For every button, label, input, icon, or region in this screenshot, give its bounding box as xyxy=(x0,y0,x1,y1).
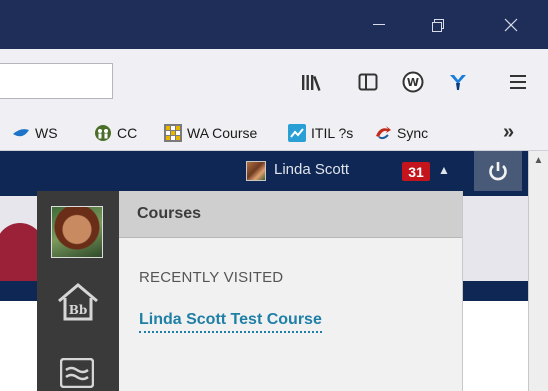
minimize-icon xyxy=(373,24,385,25)
bookmark-label: WA Course xyxy=(187,125,258,141)
y-extension-icon[interactable] xyxy=(443,67,473,97)
svg-text:Bb: Bb xyxy=(69,303,88,317)
recently-visited-label: RECENTLY VISITED xyxy=(139,269,284,286)
close-icon xyxy=(504,18,518,31)
power-icon xyxy=(489,162,507,181)
w-plugin-icon[interactable]: W xyxy=(398,67,428,97)
blackboard-home-icon[interactable]: Bb xyxy=(55,281,101,323)
blue-swoosh-icon xyxy=(12,124,30,142)
caret-up-icon[interactable]: ▲ xyxy=(438,163,450,177)
people-circle-icon xyxy=(94,124,112,142)
sync-arrow-icon xyxy=(374,124,392,142)
bookmark-ws[interactable]: WS xyxy=(12,122,58,144)
restore-button[interactable] xyxy=(414,0,460,49)
scroll-up-icon[interactable]: ▲ xyxy=(529,151,548,169)
library-icon[interactable] xyxy=(297,67,327,97)
avatar[interactable] xyxy=(51,206,103,258)
avatar xyxy=(246,161,266,181)
bookmark-wa-course[interactable]: WA Course xyxy=(164,122,257,144)
hamburger-menu-icon[interactable] xyxy=(503,67,533,97)
bookmark-label: ITIL ?s xyxy=(311,125,354,141)
vertical-scrollbar[interactable]: ▲ xyxy=(528,151,548,391)
courses-header: Courses xyxy=(119,191,462,238)
courses-panel: Courses RECENTLY VISITED Linda Scott Tes… xyxy=(119,191,463,391)
navigation-rail: Bb xyxy=(37,191,119,391)
chart-icon xyxy=(288,124,306,142)
bookmark-sync[interactable]: Sync xyxy=(374,122,428,144)
panel-title: Courses xyxy=(137,205,202,222)
recent-course-link[interactable]: Linda Scott Test Course xyxy=(139,311,322,333)
browser-toolbar: W xyxy=(0,49,548,115)
svg-text:W: W xyxy=(407,76,419,89)
bookmark-label: CC xyxy=(117,125,138,141)
notification-badge[interactable]: 31 xyxy=(402,162,430,181)
url-bar[interactable] xyxy=(0,63,113,99)
grid-icon xyxy=(164,124,182,142)
user-name[interactable]: Linda Scott xyxy=(274,161,349,178)
logout-button[interactable] xyxy=(474,151,522,191)
bookmarks-bar: WS CC WA Course ITIL ?s Sync » xyxy=(0,115,548,151)
sidebar-icon[interactable] xyxy=(353,67,383,97)
restore-icon xyxy=(431,19,444,32)
minimize-button[interactable] xyxy=(356,0,402,49)
bookmarks-overflow-button[interactable]: » xyxy=(503,121,514,144)
bookmark-label: Sync xyxy=(397,125,429,141)
browser-titlebar xyxy=(0,0,548,49)
bookmark-label: WS xyxy=(35,125,58,141)
bookmark-itil[interactable]: ITIL ?s xyxy=(288,122,353,144)
bookmark-cc[interactable]: CC xyxy=(94,122,137,144)
tools-icon[interactable] xyxy=(60,358,94,388)
close-button[interactable] xyxy=(488,0,534,49)
user-menu[interactable]: Linda Scott 31 ▲ xyxy=(236,151,472,191)
